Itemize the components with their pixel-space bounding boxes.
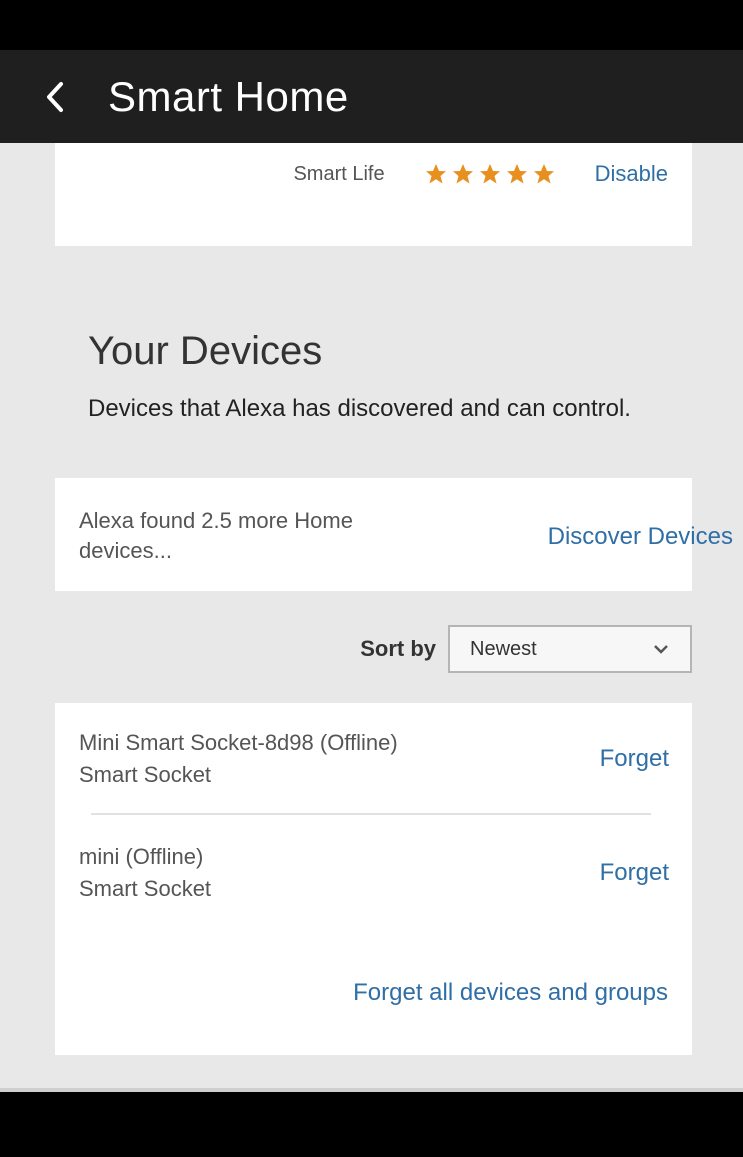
disable-skill-link[interactable]: Disable [595, 161, 668, 187]
navigation-bar [0, 1092, 743, 1157]
discover-devices-link[interactable]: Discover Devices [548, 523, 733, 551]
discover-message: Alexa found 2.5 more Home devices... [79, 508, 353, 563]
skill-row: Smart Life Disable [293, 161, 668, 187]
main-content[interactable]: Smart Life Disable Your Devices Devices … [0, 143, 743, 1088]
sort-label: Sort by [360, 636, 436, 661]
device-row: mini (Offline) Smart Socket Forget [79, 841, 669, 905]
star-icon [479, 164, 500, 184]
sort-selected-value: Newest [470, 637, 537, 660]
status-bar [0, 0, 743, 50]
title-bar: Smart Home [0, 50, 743, 143]
app-screen: Smart Home Smart Life Disable Your Devic… [0, 0, 743, 1157]
skill-name: Smart Life [293, 162, 385, 185]
device-info: Mini Smart Socket-8d98 (Offline) Smart S… [79, 727, 398, 791]
device-type: Smart Socket [79, 876, 212, 901]
rating-stars [423, 162, 557, 186]
device-info: mini (Offline) Smart Socket [79, 841, 211, 905]
section-description: Devices that Alexa has discovered and ca… [88, 395, 631, 422]
devices-list-card: Mini Smart Socket-8d98 (Offline) Smart S… [55, 703, 692, 1055]
back-button[interactable] [20, 50, 90, 143]
forget-device-link[interactable]: Forget [600, 859, 669, 887]
forget-all-devices-link[interactable]: Forget all devices and groups [353, 979, 668, 1007]
star-icon [533, 164, 554, 184]
divider [91, 813, 651, 815]
device-name: mini (Offline) [79, 844, 204, 869]
chevron-left-icon [47, 81, 63, 112]
forget-device-link[interactable]: Forget [600, 745, 669, 773]
star-icon [452, 164, 473, 184]
device-name: Mini Smart Socket-8d98 (Offline) [79, 730, 398, 755]
star-icon [425, 164, 446, 184]
device-row: Mini Smart Socket-8d98 (Offline) Smart S… [79, 727, 669, 791]
page-title: Smart Home [108, 72, 349, 120]
section-title: Your Devices [88, 329, 323, 373]
star-icon [506, 164, 527, 184]
sort-select[interactable]: Newest [448, 625, 692, 673]
device-type: Smart Socket [79, 762, 212, 787]
sort-control: Sort by Newest [360, 625, 692, 673]
chevron-down-icon [654, 645, 668, 654]
skill-card: Smart Life Disable [55, 143, 692, 246]
